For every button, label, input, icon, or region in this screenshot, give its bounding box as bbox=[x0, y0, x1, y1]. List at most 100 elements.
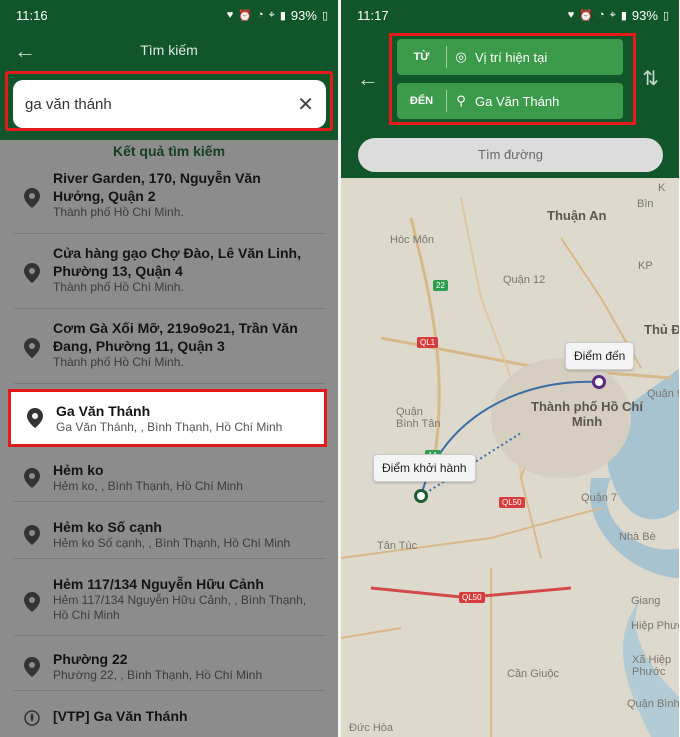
map-pin-icon bbox=[24, 592, 40, 612]
result-address: Hẻm 117/134 Nguyễn Hữu Cảnh, , Bình Thạn… bbox=[53, 593, 307, 622]
clear-icon[interactable]: ✕ bbox=[297, 92, 314, 117]
back-arrow-icon[interactable]: ← bbox=[357, 66, 379, 92]
result-address: Phường 22, , Bình Thạnh, Hồ Chí Minh bbox=[53, 668, 263, 682]
map-label: Giang bbox=[631, 595, 661, 607]
result-address: Hẻm ko, , Bình Thạnh, Hồ Chí Minh bbox=[53, 479, 243, 493]
result-name: Hẻm ko Số cạnh bbox=[53, 519, 162, 535]
map-label: KP bbox=[638, 260, 653, 272]
find-route-button[interactable]: Tìm đường bbox=[358, 138, 663, 172]
map-pin-icon bbox=[24, 338, 40, 358]
status-time: 11:16 bbox=[16, 7, 48, 23]
map-label: Hóc Môn bbox=[390, 234, 435, 246]
map-label: Thủ Đức bbox=[644, 322, 679, 337]
result-address: Hẻm ko Số cạnh, , Bình Thạnh, Hồ Chí Min… bbox=[53, 536, 291, 550]
battery-level: 93% bbox=[631, 7, 658, 23]
results-title: Kết quả tìm kiếm bbox=[112, 143, 226, 159]
to-value: Ga Văn Thánh bbox=[475, 93, 560, 109]
to-field[interactable]: ĐẾN ⚲ Ga Văn Thánh bbox=[397, 83, 623, 119]
map-pin-icon bbox=[27, 408, 43, 428]
search-input[interactable] bbox=[25, 95, 298, 113]
page-title: Tìm kiếm bbox=[140, 42, 198, 58]
battery-icon: ▯ bbox=[321, 9, 328, 22]
status-bar: 11:16 ♥ ⏰ ◔ ⌖ ▮ 93% ▯ bbox=[0, 0, 338, 30]
map-label: Thành phố Hồ Chí Minh bbox=[531, 399, 643, 429]
result-item[interactable]: Phường 22 Phường 22, , Bình Thạnh, Hồ Ch… bbox=[14, 644, 325, 691]
result-name: Hẻm 117/134 Nguyễn Hữu Cảnh bbox=[53, 576, 264, 592]
result-name: Ga Văn Thánh bbox=[56, 403, 151, 419]
status-icons: ♥ ⏰ ◔ ⌖ ▮ 93% ▯ bbox=[227, 8, 328, 23]
road-badge: QL50 bbox=[459, 592, 485, 603]
from-field[interactable]: TỪ ◎ Vị trí hiện tại bbox=[397, 39, 623, 75]
result-name: Cửa hàng gạo Chợ Đào, Lê Văn Linh, Phườn… bbox=[53, 245, 301, 279]
wifi-icon: ◔ bbox=[256, 9, 264, 21]
signal-icon: ▮ bbox=[279, 9, 286, 22]
heart-icon: ♥ bbox=[567, 9, 575, 21]
map-pin-icon bbox=[24, 468, 40, 488]
status-time: 11:17 bbox=[357, 7, 389, 23]
status-bar: 11:17 ♥ ⏰ ◔ ⌖ ▮ 93% ▯ bbox=[341, 0, 679, 30]
result-item[interactable]: Hẻm ko Hẻm ko, , Bình Thạnh, Hồ Chí Minh bbox=[14, 455, 325, 502]
map-label: Quận 7 bbox=[581, 492, 618, 504]
result-name: [VTP] Ga Văn Thánh bbox=[53, 708, 188, 724]
search-box: ✕ bbox=[13, 80, 326, 128]
my-location-icon: ◎ bbox=[455, 49, 467, 64]
leaf-pin-icon bbox=[24, 710, 40, 726]
map-label: Quận 12 bbox=[503, 274, 546, 286]
map-label: Quận Bình bbox=[627, 698, 679, 710]
result-item[interactable]: Cơm Gà Xối Mỡ, 219o9o21, Trần Văn Đang, … bbox=[14, 313, 325, 384]
result-address: Thành phố Hồ Chí Minh. bbox=[53, 280, 184, 294]
map-label: Tân Túc bbox=[377, 540, 418, 552]
wifi-icon: ◔ bbox=[597, 9, 605, 21]
map-label: Bìn bbox=[637, 198, 654, 210]
result-name: River Garden, 170, Nguyễn Văn Hưởng, Quậ… bbox=[53, 170, 261, 204]
result-item[interactable]: Cửa hàng gạo Chợ Đào, Lê Văn Linh, Phườn… bbox=[14, 238, 325, 309]
status-icons: ♥ ⏰ ◔ ⌖ ▮ 93% ▯ bbox=[568, 8, 669, 23]
result-item[interactable]: [VTP] Ga Văn Thánh bbox=[14, 701, 325, 737]
location-icon: ⌖ bbox=[268, 8, 275, 21]
road-badge: 22 bbox=[433, 280, 448, 291]
map-label: Thuận An bbox=[547, 208, 607, 223]
signal-icon: ▮ bbox=[620, 9, 627, 22]
start-marker[interactable] bbox=[414, 489, 428, 503]
map-label: Xã Hiệp Phước bbox=[632, 654, 672, 678]
battery-icon: ▯ bbox=[662, 9, 669, 22]
heart-icon: ♥ bbox=[226, 9, 234, 21]
map-pin-icon: ⚲ bbox=[456, 93, 466, 108]
start-point-tag: Điểm khởi hành bbox=[373, 454, 476, 482]
alarm-icon: ⏰ bbox=[238, 9, 252, 22]
map-label: Cần Giuộc bbox=[507, 668, 559, 680]
map-pin-icon bbox=[24, 263, 40, 283]
map-label: Đức Hòa bbox=[349, 722, 394, 734]
result-address: Thành phố Hồ Chí Minh. bbox=[53, 355, 184, 369]
result-name: Hẻm ko bbox=[53, 462, 104, 478]
map-view[interactable]: Thuận An Hóc Môn Quận 12 Thủ Đức Thành p… bbox=[341, 178, 679, 737]
result-name: Cơm Gà Xối Mỡ, 219o9o21, Trần Văn Đang, … bbox=[53, 320, 298, 354]
end-point-tag: Điểm đến bbox=[565, 342, 635, 370]
from-value: Vị trí hiện tại bbox=[475, 49, 548, 65]
result-address: Thành phố Hồ Chí Minh. bbox=[53, 205, 184, 219]
location-icon: ⌖ bbox=[609, 8, 616, 21]
result-address: Ga Văn Thánh, , Bình Thạnh, Hồ Chí Minh bbox=[56, 420, 283, 434]
from-label: TỪ bbox=[397, 46, 447, 68]
to-label: ĐẾN bbox=[397, 90, 447, 112]
map-pin-icon bbox=[24, 657, 40, 677]
route-screen: 11:17 ♥ ⏰ ◔ ⌖ ▮ 93% ▯ ← ⇅ TỪ ◎ Vị trí hi… bbox=[341, 0, 679, 737]
swap-icon[interactable]: ⇅ bbox=[642, 66, 659, 91]
map-label: Quận 9 bbox=[647, 388, 679, 400]
result-item[interactable]: Hẻm 117/134 Nguyễn Hữu Cảnh Hẻm 117/134 … bbox=[14, 569, 325, 636]
result-item[interactable]: Hẻm ko Số cạnh Hẻm ko Số cạnh, , Bình Th… bbox=[14, 512, 325, 559]
result-item[interactable]: River Garden, 170, Nguyễn Văn Hưởng, Quậ… bbox=[14, 163, 325, 234]
result-name: Phường 22 bbox=[53, 651, 128, 667]
battery-level: 93% bbox=[290, 7, 317, 23]
map-label: Quận Bình Tân bbox=[396, 406, 441, 430]
road-badge: QL1 bbox=[417, 337, 439, 348]
map-pin-icon bbox=[24, 525, 40, 545]
map-label: Hiệp Phước bbox=[631, 620, 679, 632]
result-item-selected[interactable]: Ga Văn Thánh Ga Văn Thánh, , Bình Thạnh,… bbox=[8, 389, 327, 447]
search-screen: 11:16 ♥ ⏰ ◔ ⌖ ▮ 93% ▯ ← Tìm kiếm ✕ Kết q… bbox=[0, 0, 338, 737]
alarm-icon: ⏰ bbox=[579, 9, 593, 22]
map-label: K bbox=[658, 182, 666, 194]
map-pin-icon bbox=[24, 188, 40, 208]
end-marker[interactable] bbox=[592, 375, 606, 389]
map-label: Nhà Bè bbox=[619, 531, 656, 543]
